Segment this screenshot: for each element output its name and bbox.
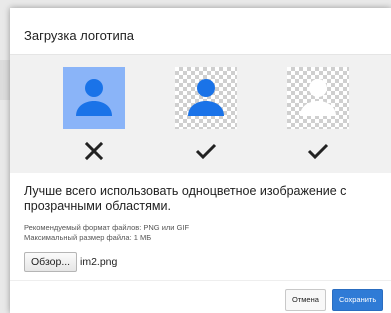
checkmark-icon	[195, 143, 217, 160]
recommendation-text: Лучше всего использовать одноцветное изо…	[24, 184, 347, 213]
save-button[interactable]: Сохранить	[332, 289, 384, 311]
preview-transparent-white	[287, 67, 349, 129]
footer-divider	[10, 280, 391, 281]
person-icon	[188, 79, 224, 116]
upload-logo-dialog: Загрузка логотипа Лучше всего использова…	[10, 8, 391, 313]
browse-button[interactable]: Обзор...	[24, 252, 78, 272]
preview-transparent-blue	[175, 67, 237, 129]
selected-file-name: im2.png	[80, 256, 118, 268]
dialog-title: Загрузка логотипа	[24, 28, 135, 43]
format-note: Рекомендуемый формат файлов: PNG или GIF	[24, 223, 190, 232]
preview-solid-background	[63, 67, 125, 129]
cross-icon	[84, 141, 104, 161]
cancel-button[interactable]: Отмена	[285, 289, 326, 311]
size-note: Максимальный размер файла: 1 МБ	[24, 233, 152, 242]
person-icon	[300, 79, 336, 116]
person-icon	[76, 79, 112, 116]
logo-preview-band	[10, 55, 391, 173]
checkmark-icon	[307, 143, 329, 160]
